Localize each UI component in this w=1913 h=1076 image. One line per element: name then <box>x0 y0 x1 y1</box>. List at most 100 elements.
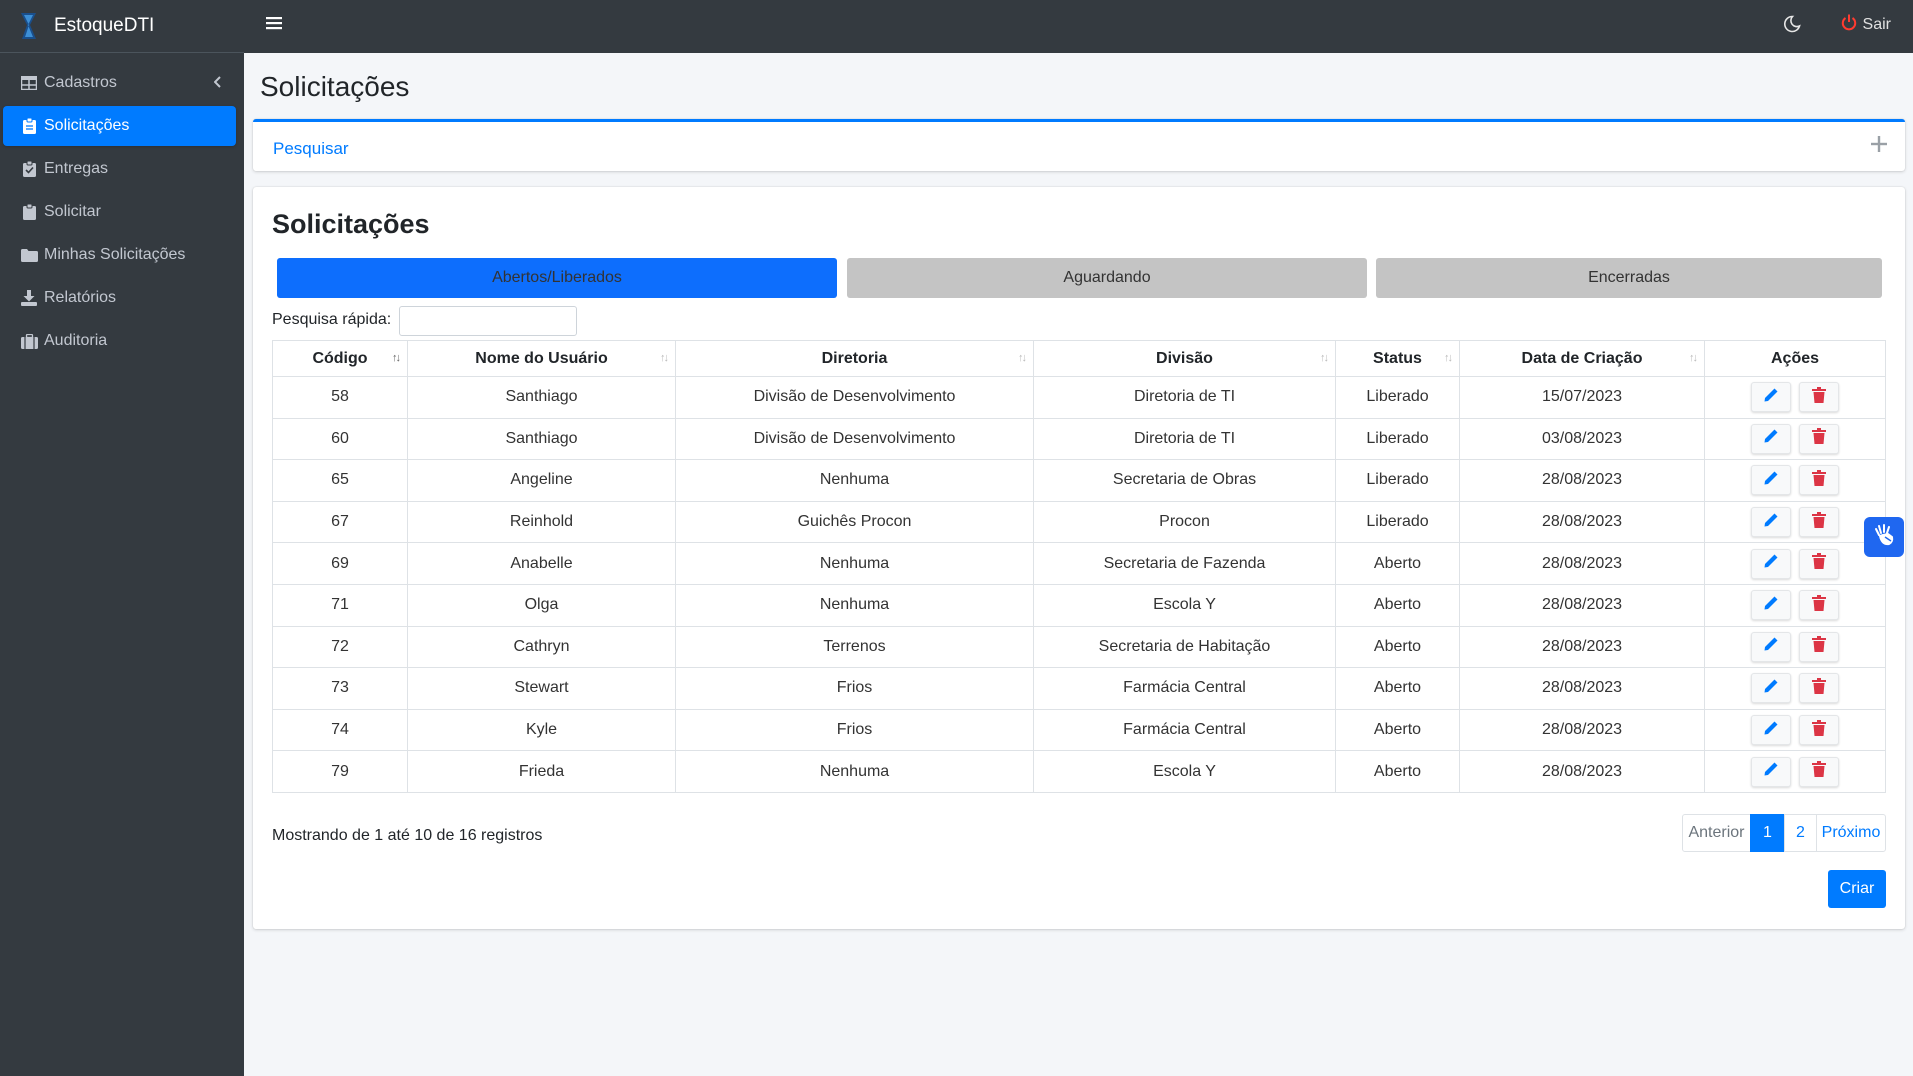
expand-plus-icon[interactable] <box>1871 136 1887 157</box>
pencil-icon <box>1763 595 1779 616</box>
delete-button[interactable] <box>1799 756 1839 787</box>
sidebar-nav: Cadastros Solicitações Entregas Solicita… <box>0 53 244 361</box>
edit-button[interactable] <box>1751 465 1791 496</box>
cell-status: Aberto <box>1335 583 1460 627</box>
cell-status: Aberto <box>1335 625 1460 669</box>
cell-diretoria: Nenhuma <box>675 542 1034 585</box>
delete-button[interactable] <box>1799 631 1839 662</box>
column-header-status[interactable]: Status ↑↓ <box>1335 340 1460 377</box>
cell-acoes <box>1704 542 1886 585</box>
edit-button[interactable] <box>1751 715 1791 746</box>
cell-acoes <box>1704 667 1886 710</box>
column-header-nome-usuario[interactable]: Nome do Usuário ↑↓ <box>407 340 676 377</box>
cell-divisao: Secretaria de Habitação <box>1033 625 1336 669</box>
cell-divisao: Diretoria de TI <box>1033 417 1336 461</box>
column-header-diretoria[interactable]: Diretoria ↑↓ <box>675 340 1034 377</box>
edit-button[interactable] <box>1751 590 1791 621</box>
cell-diretoria: Nenhuma <box>675 583 1034 627</box>
cell-acoes <box>1704 583 1886 627</box>
sidebar-item-solicitar[interactable]: Solicitar <box>3 192 236 232</box>
sort-icon: ↑↓ <box>1320 352 1329 364</box>
folder-icon <box>20 246 38 264</box>
sidebar-item-solicitacoes[interactable]: Solicitações <box>3 106 236 146</box>
delete-button[interactable] <box>1799 590 1839 621</box>
column-header-data-criacao[interactable]: Data de Criação ↑↓ <box>1459 340 1705 377</box>
cell-nome-usuario: Reinhold <box>407 500 676 544</box>
quick-search-input[interactable] <box>399 306 577 336</box>
table-body: 58 Santhiago Divisão de Desenvolvimento Dir… <box>272 376 1886 793</box>
trash-icon <box>1812 636 1826 657</box>
tab-encerradas[interactable]: Encerradas <box>1376 258 1882 298</box>
brand-logo-icon <box>16 11 42 41</box>
sidebar-item-label: Entregas <box>44 160 109 177</box>
pencil-icon <box>1763 387 1779 408</box>
delete-button[interactable] <box>1799 465 1839 496</box>
edit-button[interactable] <box>1751 756 1791 787</box>
cell-codigo: 73 <box>272 667 408 710</box>
edit-button[interactable] <box>1751 631 1791 662</box>
trash-icon <box>1812 719 1826 741</box>
brand[interactable]: EstoqueDTI <box>0 0 244 53</box>
sort-icon: ↑↓ <box>392 352 401 364</box>
cell-divisao: Escola Y <box>1033 583 1336 627</box>
column-header-divisao[interactable]: Divisão ↑↓ <box>1033 340 1336 377</box>
create-button[interactable]: Criar <box>1828 870 1886 908</box>
delete-button[interactable] <box>1799 548 1839 579</box>
sidebar-item-cadastros[interactable]: Cadastros <box>3 63 236 103</box>
cell-data-criacao: 28/08/2023 <box>1459 625 1705 669</box>
pencil-icon <box>1763 761 1779 782</box>
cell-data-criacao: 28/08/2023 <box>1459 542 1705 585</box>
tab-abertos-liberados[interactable]: Abertos/Liberados <box>277 258 837 298</box>
sidebar-item-label: Solicitações <box>44 117 130 134</box>
sidebar-item-label: Cadastros <box>44 74 117 91</box>
cell-nome-usuario: Santhiago <box>407 376 676 419</box>
edit-button[interactable] <box>1751 548 1791 579</box>
table-row: 58 Santhiago Divisão de Desenvolvimento Dir… <box>272 376 1886 419</box>
cell-divisao: Secretaria de Fazenda <box>1033 542 1336 585</box>
column-header-acoes: Ações <box>1704 340 1886 377</box>
delete-button[interactable] <box>1799 673 1839 704</box>
sidebar-item-relatorios[interactable]: Relatórios <box>3 278 236 318</box>
cell-status: Aberto <box>1335 708 1460 752</box>
pencil-icon <box>1763 636 1779 657</box>
pagination-next[interactable]: Próximo <box>1816 814 1886 852</box>
column-header-label: Diretoria <box>821 349 888 367</box>
cell-data-criacao: 28/08/2023 <box>1459 500 1705 544</box>
sort-icon: ↑↓ <box>660 352 669 364</box>
edit-button[interactable] <box>1751 423 1791 454</box>
requests-card: Solicitações Abertos/Liberados Aguardand… <box>253 187 1905 929</box>
cell-nome-usuario: Santhiago <box>407 417 676 461</box>
dark-mode-moon-icon[interactable] <box>1783 15 1801 38</box>
trash-icon <box>1812 428 1826 449</box>
cell-divisao: Farmácia Central <box>1033 667 1336 710</box>
search-card-title[interactable]: Pesquisar <box>273 139 349 159</box>
edit-button[interactable] <box>1751 673 1791 704</box>
tab-aguardando[interactable]: Aguardando <box>847 258 1367 298</box>
pagination-page-2[interactable]: 2 <box>1784 814 1817 852</box>
trash-icon <box>1812 761 1826 782</box>
table-icon <box>20 74 38 92</box>
sidebar-item-auditoria[interactable]: Auditoria <box>3 321 236 361</box>
sidebar-item-label: Minhas Solicitações <box>44 246 186 263</box>
accessibility-button[interactable] <box>1864 517 1904 557</box>
cell-codigo: 69 <box>272 542 408 585</box>
cell-acoes <box>1704 459 1886 502</box>
sign-language-hand-icon <box>1872 523 1896 552</box>
edit-button[interactable] <box>1751 382 1791 413</box>
cell-codigo: 67 <box>272 500 408 544</box>
column-header-codigo[interactable]: Código ↑↓ <box>272 340 408 377</box>
sidebar-item-minhas-solicitacoes[interactable]: Minhas Solicitações <box>3 235 236 275</box>
delete-button[interactable] <box>1799 715 1839 746</box>
sidebar-item-entregas[interactable]: Entregas <box>3 149 236 189</box>
delete-button[interactable] <box>1799 382 1839 413</box>
pagination: Anterior 1 2 Próximo <box>1682 814 1886 852</box>
edit-button[interactable] <box>1751 507 1791 538</box>
delete-button[interactable] <box>1799 423 1839 454</box>
hamburger-menu-icon[interactable] <box>266 16 282 35</box>
sort-icon: ↑↓ <box>1444 352 1453 364</box>
logout-button[interactable]: Sair <box>1841 14 1891 36</box>
trash-icon <box>1812 511 1826 533</box>
pagination-previous[interactable]: Anterior <box>1682 814 1751 852</box>
pagination-page-1[interactable]: 1 <box>1750 814 1785 852</box>
delete-button[interactable] <box>1799 507 1839 538</box>
